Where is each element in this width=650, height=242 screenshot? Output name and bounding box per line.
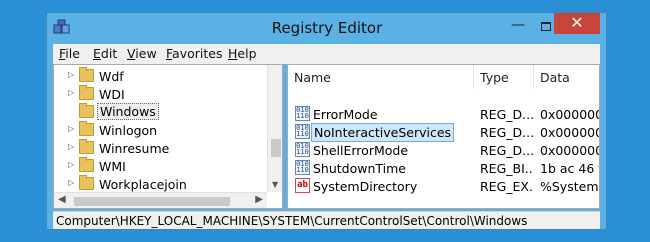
value-type: REG_D... [480, 143, 534, 158]
minimize-button[interactable]: — [505, 18, 531, 38]
registry-path: Computer\HKEY_LOCAL_MACHINE\SYSTEM\Curre… [56, 214, 528, 228]
folder-icon [79, 139, 94, 154]
value-data: 0x00000000 (0) [540, 107, 599, 122]
folder-icon [79, 157, 94, 172]
expand-arrow-icon[interactable]: ▷ [68, 160, 74, 169]
values-list-pane: Name Type Data 010 110 ErrorMode REG_D...… [287, 64, 600, 209]
value-name: ErrorMode [313, 107, 378, 122]
binary-value-icon: 010 110 [295, 160, 310, 175]
tree-item-label: Windows [97, 103, 159, 120]
menu-edit[interactable]: Edit [93, 46, 117, 61]
close-icon: ✕ [570, 13, 584, 32]
value-row-shutdowntime[interactable]: 010110 ShutdownTime REG_BI... 1b ac 46 f… [288, 159, 599, 177]
expand-arrow-icon[interactable]: ▷ [68, 70, 74, 79]
value-type: REG_D... [480, 125, 534, 140]
tree-item-label: Winlogon [99, 123, 158, 138]
registry-editor-window: Registry Editor — ✕ File Edit View Favor… [46, 12, 607, 230]
scroll-right-icon[interactable]: ▶ [255, 194, 263, 205]
folder-icon [79, 67, 94, 82]
value-row-errormode[interactable]: 010110 ErrorMode REG_D... 0x00000000 (0) [288, 105, 599, 123]
folder-icon [79, 103, 94, 118]
string-value-icon: ab [295, 178, 310, 193]
menu-edit-label: dit [100, 46, 118, 61]
column-header-name[interactable]: Name [288, 65, 474, 89]
menu-help[interactable]: Help [228, 46, 257, 61]
expand-arrow-icon[interactable]: ▷ [68, 124, 74, 133]
value-name: NoInteractiveServices [311, 123, 455, 142]
expand-arrow-icon[interactable]: ▷ [68, 88, 74, 97]
menu-view[interactable]: View [127, 46, 157, 61]
scroll-down-icon[interactable]: ▼ [272, 180, 278, 189]
binary-value-icon: 010 110 [295, 124, 310, 139]
value-name: ShellErrorMode [313, 143, 409, 158]
tree-item-wmi[interactable]: ▷ WMI [54, 157, 224, 175]
binary-value-icon: 010 110 [295, 106, 310, 121]
menu-edit-mnemonic: E [93, 46, 101, 61]
menu-file-label: ile [65, 46, 80, 61]
menu-favorites[interactable]: Favorites [166, 46, 222, 61]
menu-favorites-label: avorites [172, 46, 223, 61]
tree-vertical-scrollbar[interactable]: ▼ [267, 65, 282, 192]
menu-file[interactable]: File [59, 46, 80, 61]
value-row-shellerrormode[interactable]: 010110 ShellErrorMode REG_D... 0x0000000… [288, 141, 599, 159]
scroll-thumb[interactable] [271, 139, 281, 157]
value-row-nointeractiveservices[interactable]: 010 110 NoInteractiveServices REG_D... 0x… [288, 123, 599, 142]
column-header-type[interactable]: Type [474, 65, 534, 89]
menu-bar: File Edit View Favorites Help [53, 44, 600, 64]
menu-help-mnemonic: H [228, 46, 238, 61]
column-header-data[interactable]: Data [534, 65, 599, 89]
close-button[interactable]: ✕ [554, 13, 600, 34]
folder-icon [79, 175, 94, 190]
maximize-icon [541, 22, 551, 31]
registry-editor-app-icon[interactable] [53, 19, 71, 35]
tree-item-workplacejoin[interactable]: ▷ Workplacejoin [54, 175, 224, 193]
tree-item-label: Wdf [99, 69, 124, 84]
title-bar[interactable]: Registry Editor — ✕ [47, 13, 606, 44]
folder-icon [79, 121, 94, 136]
value-data: 0x00000001 (1) [540, 143, 599, 158]
scroll-thumb[interactable] [74, 197, 230, 206]
status-bar: Computer\HKEY_LOCAL_MACHINE\SYSTEM\Curre… [53, 211, 600, 229]
binary-value-icon: 010 110 [295, 142, 310, 157]
menu-view-label: iew [135, 46, 157, 61]
menu-help-label: elp [237, 46, 257, 61]
tree-item-windows[interactable]: Windows [54, 103, 224, 121]
tree-item-winresume[interactable]: ▷ Winresume [54, 139, 224, 157]
tree-item-wdi[interactable]: ▷ WDI [54, 85, 224, 103]
tree-item-label: WDI [99, 87, 125, 102]
value-name: ShutdownTime [313, 161, 406, 176]
value-data: 0x00000001 (1) [540, 125, 599, 140]
key-tree-pane: ▷ Wdf ▷ WDI Windows ▷ Winlogon ▷ Winresu… [53, 64, 283, 209]
expand-arrow-icon[interactable]: ▷ [68, 142, 74, 151]
value-name: SystemDirectory [313, 179, 418, 194]
value-type: REG_BI... [480, 161, 534, 176]
value-type: REG_EX... [480, 179, 534, 194]
tree-item-wdf[interactable]: ▷ Wdf [54, 67, 224, 85]
window-title: Registry Editor [271, 19, 383, 37]
value-data: 1b ac 46 fe c9 6 [540, 161, 599, 176]
tree-horizontal-scrollbar[interactable]: ◀ ▶ [54, 192, 267, 208]
tree-item-winlogon[interactable]: ▷ Winlogon [54, 121, 224, 139]
value-data: %SystemRoot% [540, 179, 599, 194]
scroll-left-icon[interactable]: ◀ [58, 194, 66, 205]
expand-arrow-icon[interactable]: ▷ [68, 178, 74, 187]
tree-item-label: Winresume [99, 141, 170, 156]
value-row-systemdirectory[interactable]: ab SystemDirectory REG_EX... %SystemRoot… [288, 177, 599, 195]
tree-item-label: WMI [99, 159, 126, 174]
tree-item-label: Workplacejoin [99, 177, 187, 192]
minimize-icon: — [511, 17, 525, 33]
value-type: REG_D... [480, 107, 534, 122]
folder-icon [79, 85, 94, 100]
